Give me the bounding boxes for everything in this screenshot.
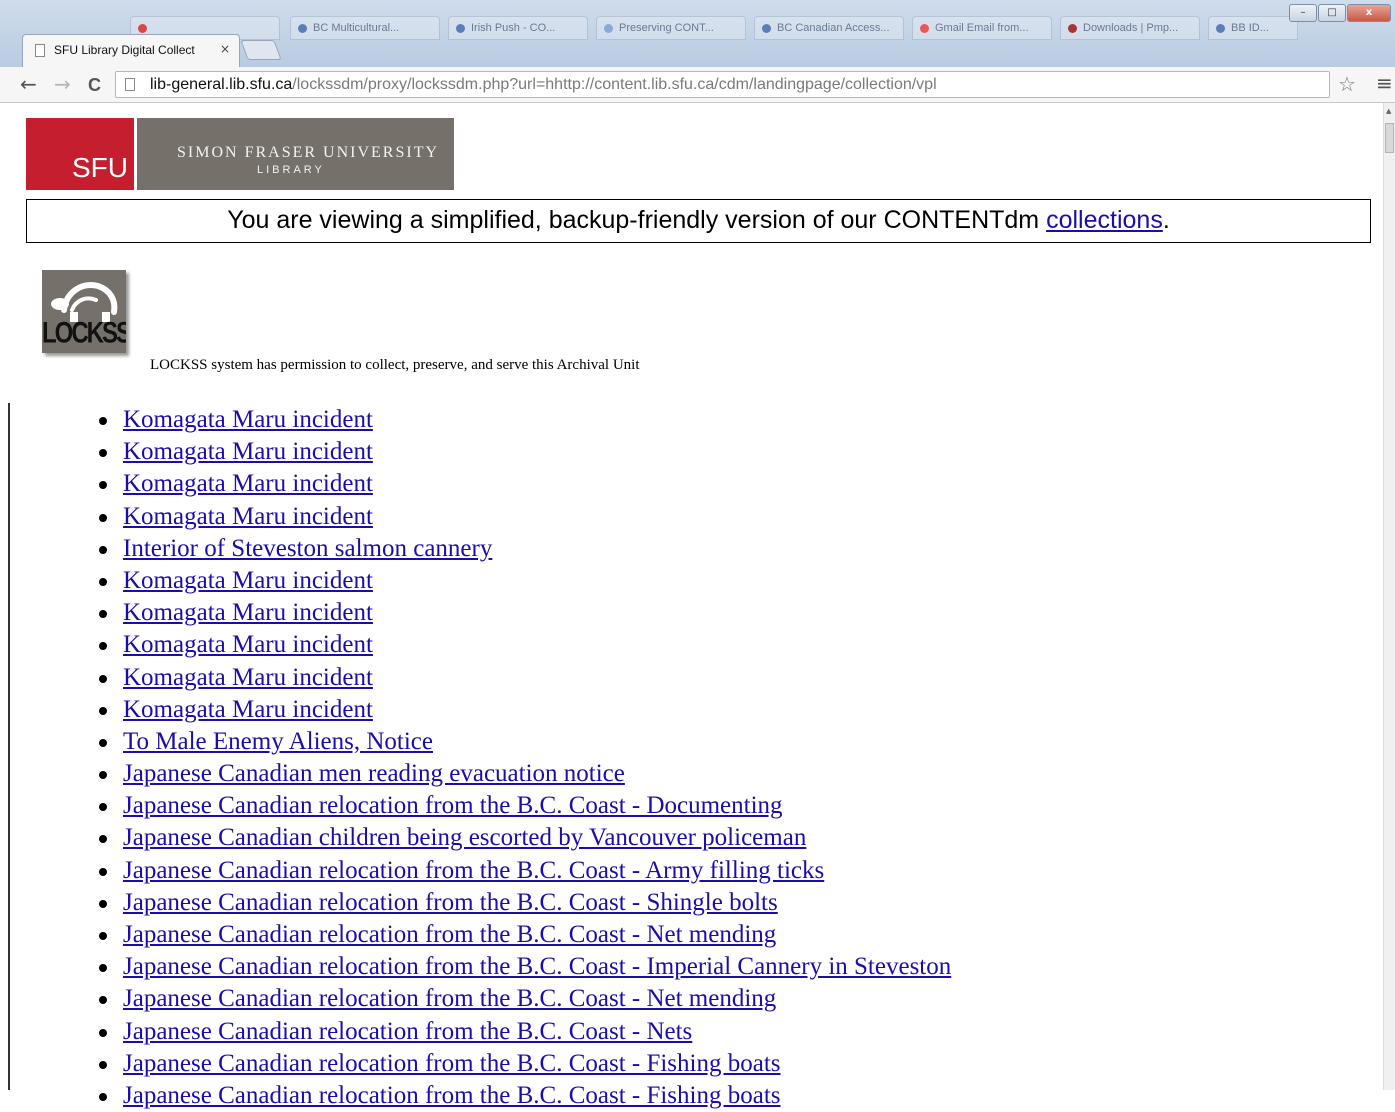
- background-tab[interactable]: Downloads | Pmp...: [1060, 16, 1200, 40]
- background-tab[interactable]: Gmail Email from...: [912, 16, 1052, 40]
- sfu-logo-block: SFU: [26, 118, 137, 190]
- collection-item-link[interactable]: Japanese Canadian relocation from the B.…: [123, 919, 776, 951]
- collection-item-link[interactable]: Japanese Canadian relocation from the B.…: [123, 887, 778, 919]
- collection-item-link[interactable]: Komagata Maru incident: [123, 501, 373, 533]
- reload-button[interactable]: C: [88, 74, 101, 96]
- collection-item-link[interactable]: Japanese Canadian relocation from the B.…: [123, 1048, 781, 1080]
- collection-item-link[interactable]: Komagata Maru incident: [123, 662, 373, 694]
- bullet-icon: [99, 706, 107, 715]
- collection-item-link[interactable]: Japanese Canadian relocation from the B.…: [123, 790, 783, 822]
- bullet-icon: [99, 867, 107, 876]
- bullet-icon: [99, 417, 107, 425]
- collection-item-link[interactable]: To Male Enemy Aliens, Notice: [123, 726, 433, 758]
- close-window-button[interactable]: x: [1347, 4, 1391, 22]
- bullet-icon: [99, 481, 107, 490]
- background-tab[interactable]: BC Canadian Access...: [754, 16, 904, 40]
- bookmark-star-icon[interactable]: ☆: [1338, 72, 1356, 96]
- page-icon: [125, 78, 135, 91]
- bullet-icon: [99, 1092, 107, 1101]
- bullet-icon: [99, 674, 107, 683]
- url-text: lib-general.lib.sfu.ca/lockssdm/proxy/lo…: [150, 76, 937, 93]
- background-tab[interactable]: BB ID...: [1208, 16, 1298, 40]
- back-button[interactable]: ←: [20, 73, 37, 95]
- bullet-icon: [99, 932, 107, 940]
- bullet-icon: [99, 449, 107, 458]
- background-tab[interactable]: Preserving CONT...: [596, 16, 746, 40]
- collection-item-link[interactable]: Komagata Maru incident: [123, 468, 373, 500]
- sfu-abbr: SFU: [72, 152, 128, 183]
- bullet-icon: [99, 964, 107, 973]
- bullet-icon: [99, 1028, 107, 1037]
- browser-toolbar: ← → C lib-general.lib.sfu.ca/lockssdm/pr…: [0, 67, 1395, 103]
- background-tab[interactable]: Irish Push - CO...: [448, 16, 588, 40]
- collection-item-link[interactable]: Interior of Steveston salmon cannery: [123, 533, 492, 565]
- collection-item-link[interactable]: Komagata Maru incident: [123, 597, 373, 629]
- collection-item-link[interactable]: Komagata Maru incident: [123, 436, 373, 468]
- bullet-icon: [99, 610, 107, 619]
- bullet-icon: [99, 642, 107, 651]
- background-tab[interactable]: BC Multicultural...: [290, 16, 440, 40]
- university-name: SIMON FRASER UNIVERSITY: [177, 144, 440, 161]
- address-bar[interactable]: lib-general.lib.sfu.ca/lockssdm/proxy/lo…: [115, 71, 1330, 98]
- tab-title: SFU Library Digital Collect: [54, 43, 195, 57]
- menu-icon[interactable]: ≡: [1376, 71, 1393, 95]
- scroll-thumb[interactable]: [1385, 123, 1394, 153]
- lockss-permission-statement: LOCKSS system has permission to collect,…: [150, 357, 640, 373]
- browser-tab-strip: BC Multicultural... Irish Push - CO... P…: [0, 0, 1395, 67]
- library-label: LIBRARY: [257, 164, 325, 176]
- bullet-icon: [99, 545, 107, 554]
- tab-close-icon[interactable]: ×: [220, 42, 230, 56]
- collection-item-link[interactable]: Komagata Maru incident: [123, 694, 373, 726]
- forward-button[interactable]: →: [54, 73, 71, 95]
- collection-item-link[interactable]: Komagata Maru incident: [123, 565, 373, 597]
- active-tab[interactable]: SFU Library Digital Collect ×: [22, 34, 240, 67]
- bullet-icon: [99, 835, 107, 844]
- lockss-logo: LOCKSS: [42, 270, 126, 353]
- bullet-icon: [99, 1060, 107, 1069]
- bullet-icon: [99, 513, 107, 522]
- collection-item-link[interactable]: Japanese Canadian children being escorte…: [123, 822, 806, 854]
- collection-item-link[interactable]: Japanese Canadian relocation from the B.…: [123, 983, 776, 1015]
- bullet-icon: [99, 771, 107, 780]
- collection-item-link[interactable]: Japanese Canadian relocation from the B.…: [123, 855, 824, 887]
- collection-item-link[interactable]: Japanese Canadian men reading evacuation…: [123, 758, 625, 790]
- new-tab-button[interactable]: [240, 40, 282, 60]
- scroll-up-arrow-icon[interactable]: ▲: [1386, 107, 1391, 115]
- collection-item-link[interactable]: Komagata Maru incident: [123, 404, 373, 436]
- minimize-button[interactable]: –: [1289, 4, 1317, 22]
- collections-link[interactable]: collections: [1046, 206, 1163, 234]
- lockss-logo-text: LOCKSS: [42, 316, 126, 350]
- bullet-icon: [99, 803, 107, 812]
- bullet-icon: [99, 577, 107, 586]
- maximize-button[interactable]: □: [1318, 4, 1346, 22]
- collection-item-link[interactable]: Komagata Maru incident: [123, 629, 373, 661]
- sfu-library-banner: SFU SIMON FRASER UNIVERSITY LIBRARY: [26, 118, 454, 190]
- page-icon: [35, 44, 45, 57]
- bullet-icon: [99, 899, 107, 908]
- window-controls: – □ x: [1289, 4, 1391, 22]
- simplified-version-notice: You are viewing a simplified, backup-fri…: [26, 199, 1371, 243]
- bullet-icon: [99, 996, 107, 1005]
- window-edge: [0, 103, 10, 1090]
- collection-item-link[interactable]: Japanese Canadian relocation from the B.…: [123, 1016, 692, 1048]
- collection-item-link[interactable]: Japanese Canadian relocation from the B.…: [123, 951, 951, 983]
- collection-item-link[interactable]: Japanese Canadian relocation from the B.…: [123, 1080, 781, 1112]
- bullet-icon: [99, 738, 107, 747]
- vertical-scrollbar[interactable]: ▲: [1383, 103, 1395, 1090]
